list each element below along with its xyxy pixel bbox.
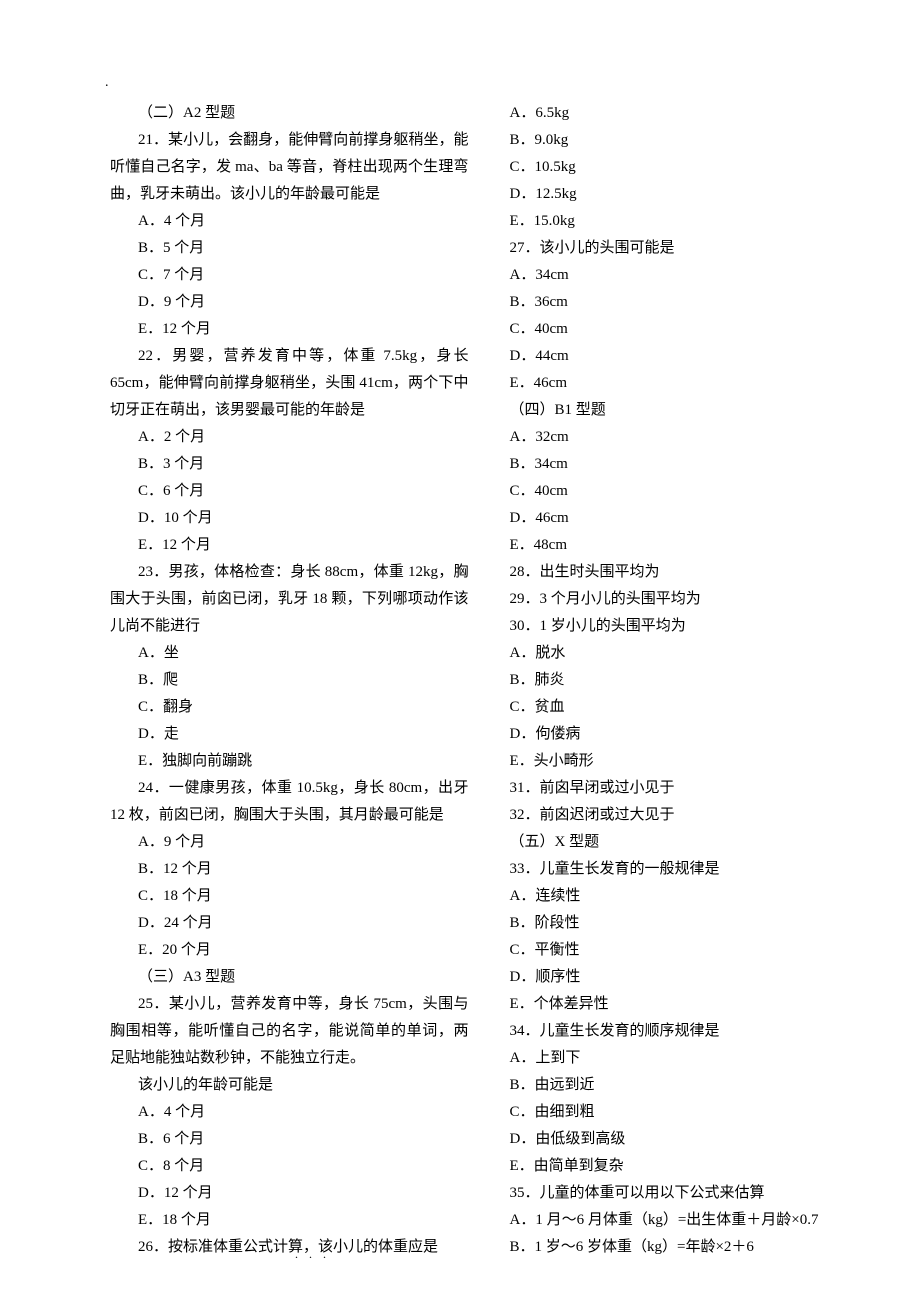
group3-option-d: D．佝偻病 <box>482 721 841 748</box>
option-33-a: A．连续性 <box>482 883 841 910</box>
option-25-d: D．12 个月 <box>110 1180 469 1207</box>
option-33-e: E．个体差异性 <box>482 991 841 1018</box>
option-24-a: A．9 个月 <box>110 829 469 856</box>
header-dot: . <box>105 75 109 91</box>
section-heading-x: （五）X 型题 <box>482 829 841 856</box>
option-24-c: C．18 个月 <box>110 883 469 910</box>
option-22-c: C．6 个月 <box>110 478 469 505</box>
option-26-c: C．10.5kg <box>482 154 841 181</box>
left-column: （二）A2 型题 21．某小儿，会翻身，能伸臂向前撑身躯稍坐，能听懂自己名字，发… <box>110 100 479 1261</box>
two-column-layout: （二）A2 型题 21．某小儿，会翻身，能伸臂向前撑身躯稍坐，能听懂自己名字，发… <box>0 100 920 1261</box>
question-21: 21．某小儿，会翻身，能伸臂向前撑身躯稍坐，能听懂自己名字，发 ma、ba 等音… <box>110 127 469 208</box>
shared-option-b: B．34cm <box>482 451 841 478</box>
shared-option-d: D．46cm <box>482 505 841 532</box>
option-27-c: C．40cm <box>482 316 841 343</box>
option-34-e: E．由简单到复杂 <box>482 1153 841 1180</box>
question-30: 30．1 岁小儿的头围平均为 <box>482 613 841 640</box>
option-34-d: D．由低级到高级 <box>482 1126 841 1153</box>
option-23-b: B．爬 <box>110 667 469 694</box>
option-25-c: C．8 个月 <box>110 1153 469 1180</box>
footer-dots: . . . <box>295 1247 330 1262</box>
option-27-d: D．44cm <box>482 343 841 370</box>
section-heading-b1: （四）B1 型题 <box>482 397 841 424</box>
option-23-e: E．独脚向前蹦跳 <box>110 748 469 775</box>
option-34-a: A．上到下 <box>482 1045 841 1072</box>
option-35-a: A．1 月～6 月体重（kg）=出生体重＋月龄×0.7 <box>482 1207 841 1234</box>
question-29: 29．3 个月小儿的头围平均为 <box>482 586 841 613</box>
option-23-a: A．坐 <box>110 640 469 667</box>
question-32: 32．前囟迟闭或过大见于 <box>482 802 841 829</box>
section-heading-a3: （三）A3 型题 <box>110 964 469 991</box>
option-22-a: A．2 个月 <box>110 424 469 451</box>
option-26-b: B．9.0kg <box>482 127 841 154</box>
option-24-d: D．24 个月 <box>110 910 469 937</box>
question-27: 27．该小儿的头围可能是 <box>482 235 841 262</box>
group3-option-e: E．头小畸形 <box>482 748 841 775</box>
option-21-e: E．12 个月 <box>110 316 469 343</box>
question-24: 24．一健康男孩，体重 10.5kg，身长 80cm，出牙 12 枚，前囟已闭，… <box>110 775 469 829</box>
option-23-c: C．翻身 <box>110 694 469 721</box>
option-34-b: B．由远到近 <box>482 1072 841 1099</box>
option-33-b: B．阶段性 <box>482 910 841 937</box>
option-22-b: B．3 个月 <box>110 451 469 478</box>
option-26-d: D．12.5kg <box>482 181 841 208</box>
question-22: 22．男婴，营养发育中等，体重 7.5kg，身长 65cm，能伸臂向前撑身躯稍坐… <box>110 343 469 424</box>
option-22-e: E．12 个月 <box>110 532 469 559</box>
group3-option-a: A．脱水 <box>482 640 841 667</box>
option-25-b: B．6 个月 <box>110 1126 469 1153</box>
question-33: 33．儿童生长发育的一般规律是 <box>482 856 841 883</box>
option-21-c: C．7 个月 <box>110 262 469 289</box>
option-33-c: C．平衡性 <box>482 937 841 964</box>
question-26: 26．按标准体重公式计算，该小儿的体重应是 <box>110 1234 469 1261</box>
option-23-d: D．走 <box>110 721 469 748</box>
shared-option-c: C．40cm <box>482 478 841 505</box>
option-25-e: E．18 个月 <box>110 1207 469 1234</box>
document-page: . （二）A2 型题 21．某小儿，会翻身，能伸臂向前撑身躯稍坐，能听懂自己名字… <box>0 0 920 1302</box>
option-22-d: D．10 个月 <box>110 505 469 532</box>
question-25-stem: 25．某小儿，营养发育中等，身长 75cm，头围与胸围相等，能听懂自己的名字，能… <box>110 991 469 1072</box>
option-27-a: A．34cm <box>482 262 841 289</box>
shared-option-a: A．32cm <box>482 424 841 451</box>
right-column: A．6.5kg B．9.0kg C．10.5kg D．12.5kg E．15.0… <box>479 100 841 1261</box>
option-26-a: A．6.5kg <box>482 100 841 127</box>
option-21-b: B．5 个月 <box>110 235 469 262</box>
option-27-b: B．36cm <box>482 289 841 316</box>
group3-option-c: C．贫血 <box>482 694 841 721</box>
question-28: 28．出生时头围平均为 <box>482 559 841 586</box>
option-24-b: B．12 个月 <box>110 856 469 883</box>
section-heading-a2: （二）A2 型题 <box>110 100 469 127</box>
question-25-prompt: 该小儿的年龄可能是 <box>110 1072 469 1099</box>
shared-option-e: E．48cm <box>482 532 841 559</box>
option-26-e: E．15.0kg <box>482 208 841 235</box>
option-21-d: D．9 个月 <box>110 289 469 316</box>
question-23: 23．男孩，体格检查：身长 88cm，体重 12kg，胸围大于头围，前囟已闭，乳… <box>110 559 469 640</box>
option-25-a: A．4 个月 <box>110 1099 469 1126</box>
group3-option-b: B．肺炎 <box>482 667 841 694</box>
option-35-b: B．1 岁～6 岁体重（kg）=年龄×2＋6 <box>482 1234 841 1261</box>
option-24-e: E．20 个月 <box>110 937 469 964</box>
question-35: 35．儿童的体重可以用以下公式来估算 <box>482 1180 841 1207</box>
question-34: 34．儿童生长发育的顺序规律是 <box>482 1018 841 1045</box>
option-34-c: C．由细到粗 <box>482 1099 841 1126</box>
option-27-e: E．46cm <box>482 370 841 397</box>
option-21-a: A．4 个月 <box>110 208 469 235</box>
option-33-d: D．顺序性 <box>482 964 841 991</box>
question-31: 31．前囟早闭或过小见于 <box>482 775 841 802</box>
